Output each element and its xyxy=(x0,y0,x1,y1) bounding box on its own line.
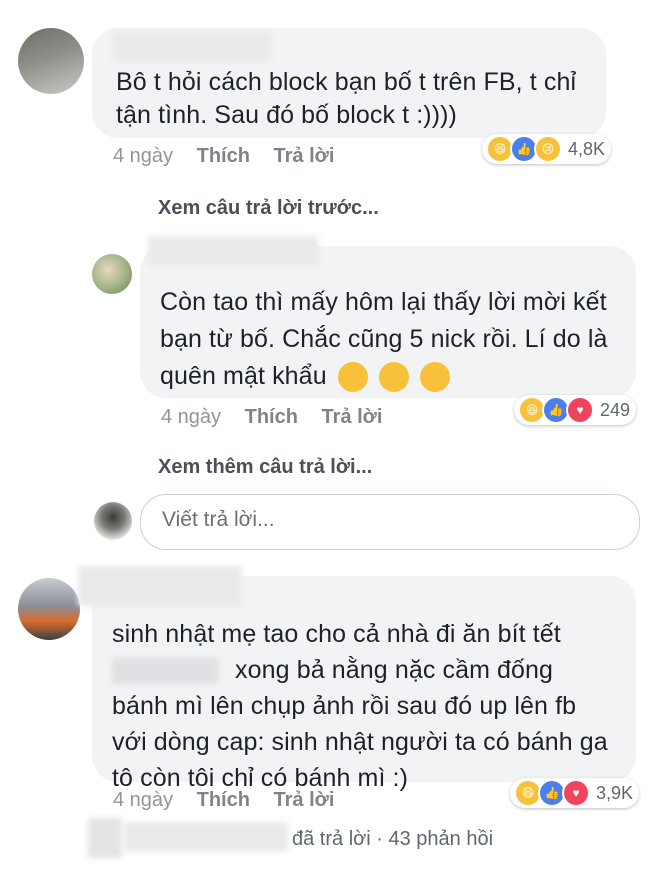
love-icon: ♥ xyxy=(562,779,590,807)
reply-button[interactable]: Trả lời xyxy=(274,789,335,811)
comment-text-line: xong bả nằng nặc cầm đống xyxy=(235,656,554,684)
view-previous-replies-link[interactable]: Xem câu trả lời trước... xyxy=(158,197,379,220)
comment-text-line: với dòng cap: sinh nhật người ta có bánh… xyxy=(112,728,608,756)
comment-actions: 4 ngày Thích Trả lời xyxy=(113,789,334,812)
replies-summary-link[interactable]: đã trả lời · 43 phản hồi xyxy=(292,828,493,851)
timestamp[interactable]: 4 ngày xyxy=(113,789,173,811)
redacted-author-name xyxy=(78,566,242,606)
reaction-count: 249 xyxy=(600,399,631,420)
reaction-summary[interactable]: 😆 👍 😢 4,8K xyxy=(482,134,612,164)
reaction-summary[interactable]: 😆 👍 ♥ 3,9K xyxy=(510,778,640,808)
grinning-face-icon xyxy=(378,362,409,393)
reply-text-line-3: quên mật khẩu xyxy=(160,358,630,395)
redacted-text xyxy=(112,658,218,685)
grinning-face-icon xyxy=(419,362,450,393)
comment-actions: 4 ngày Thích Trả lời xyxy=(113,145,334,168)
comment-text-line: bánh mì lên chụp ảnh rồi sau đó up lên f… xyxy=(112,692,577,720)
avatar[interactable] xyxy=(18,28,84,94)
comment-text-line: Bô t hỏi cách block bạn bố t trên FB, t … xyxy=(116,68,577,96)
redacted-author-name xyxy=(112,32,272,62)
reply-button[interactable]: Trả lời xyxy=(274,145,335,167)
comment-text-line: sinh nhật mẹ tao cho cả nhà đi ăn bít tế… xyxy=(112,620,561,648)
timestamp[interactable]: 4 ngày xyxy=(161,406,221,428)
comment-text: Bô t hỏi cách block bạn bố t trên FB, t … xyxy=(116,66,596,132)
comment-text-line-2: xong bả nằng nặc cầm đống xyxy=(112,652,632,688)
comment-text: sinh nhật mẹ tao cho cả nhà đi ăn bít tế… xyxy=(112,616,632,796)
love-icon: ♥ xyxy=(566,396,594,424)
reply-text: Còn tao thì mấy hôm lại thấy lời mời kết… xyxy=(160,284,630,395)
reply-input-placeholder: Viết trả lời... xyxy=(162,508,275,531)
avatar[interactable] xyxy=(92,254,132,294)
reaction-summary[interactable]: 😆 👍 ♥ 249 xyxy=(514,395,637,425)
reply-actions: 4 ngày Thích Trả lời xyxy=(161,406,382,429)
like-button[interactable]: Thích xyxy=(197,789,250,811)
sad-icon: 😢 xyxy=(534,135,562,163)
redacted-replier-name xyxy=(124,822,288,852)
reply-button[interactable]: Trả lời xyxy=(322,406,383,428)
reaction-count: 4,8K xyxy=(568,138,606,159)
reply-text-line: Còn tao thì mấy hôm lại thấy lời mời kết xyxy=(160,288,607,316)
reply-text-line: quên mật khẩu xyxy=(160,362,327,390)
avatar[interactable] xyxy=(18,578,80,640)
timestamp[interactable]: 4 ngày xyxy=(113,145,173,167)
avatar xyxy=(94,502,132,540)
comment-text-line: tận tình. Sau đó bố block t :)))) xyxy=(116,101,457,129)
reaction-count: 3,9K xyxy=(596,782,634,803)
redacted-replier-avatar xyxy=(88,818,122,858)
like-button[interactable]: Thích xyxy=(197,145,250,167)
redacted-author-name xyxy=(148,236,318,266)
grinning-face-icon xyxy=(337,362,368,393)
view-more-replies-link[interactable]: Xem thêm câu trả lời... xyxy=(158,456,372,479)
like-button[interactable]: Thích xyxy=(245,406,298,428)
reply-text-line: bạn từ bố. Chắc cũng 5 nick rồi. Lí do l… xyxy=(160,325,608,353)
